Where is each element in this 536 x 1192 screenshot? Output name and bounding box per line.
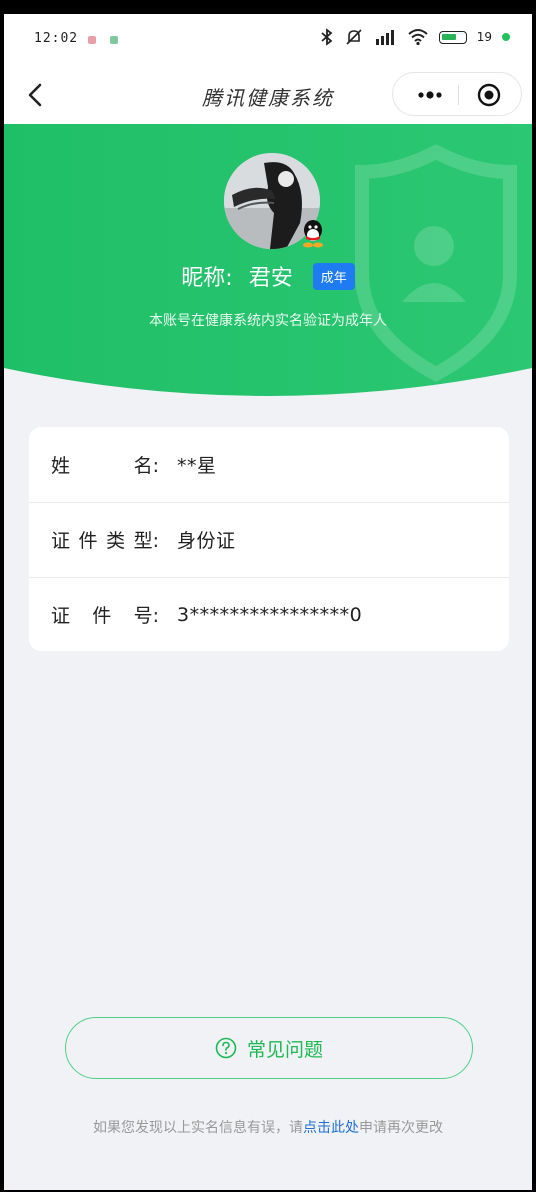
id-number-row: 证件号: 3****************0: [29, 577, 509, 651]
mini-program-capsule: [392, 72, 522, 116]
name-label: 姓名:: [51, 454, 159, 477]
id-type-value: 身份证: [177, 530, 236, 552]
wifi-icon: [408, 29, 428, 46]
capsule-divider: [458, 85, 459, 105]
nickname-label: 昵称:: [181, 266, 233, 291]
question-circle-icon: [215, 1037, 237, 1059]
id-number-label: 证件号:: [51, 605, 159, 627]
identity-card: 姓名: **星 证件类型: 身份证 证件号: 3****************…: [29, 427, 509, 651]
id-type-label: 证件类型:: [51, 530, 159, 552]
adult-badge: 成年: [312, 262, 355, 290]
click-here-link[interactable]: 点击此处: [303, 1120, 359, 1136]
app-notification-icon: [110, 36, 118, 44]
nav-bar: 腾讯健康系统: [4, 66, 532, 124]
footer-suffix: 申请再次更改: [359, 1120, 443, 1136]
verify-text: 本账号在健康系统内实名验证为成年人: [149, 313, 387, 329]
name-row: 姓名: **星: [29, 427, 509, 501]
profile-header: 昵称: 君安 成年 本账号在健康系统内实名验证为成年人: [4, 124, 532, 399]
recording-dot: [502, 33, 510, 41]
footer-note: 如果您发现以上实名信息有误，请点击此处申请再次更改: [4, 1117, 532, 1137]
nickname-value: 君安: [248, 266, 293, 291]
mute-icon: [346, 29, 362, 45]
footer-prefix: 如果您发现以上实名信息有误，请: [93, 1120, 303, 1136]
status-icons: 19: [319, 28, 510, 46]
battery-icon: [438, 30, 467, 44]
notification-icon: [88, 36, 96, 44]
id-type-row: 证件类型: 身份证: [29, 502, 509, 576]
more-icon[interactable]: [407, 82, 453, 108]
name-value: **星: [177, 454, 217, 477]
id-number-value: 3****************0: [177, 603, 363, 626]
status-bar: 12:02 19: [4, 14, 532, 66]
faq-label: 常见问题: [246, 1038, 323, 1061]
signal-icon: [375, 30, 394, 45]
qq-icon: [303, 220, 323, 248]
close-target-icon[interactable]: [475, 82, 503, 108]
bluetooth-icon: [321, 28, 333, 46]
status-time: 12:02: [34, 31, 79, 46]
battery-percent: 19: [476, 30, 492, 44]
nickname-row: 昵称: 君安 成年: [4, 260, 532, 292]
phone-screen: 12:02 19 腾讯健康系统 昵称: 君安 成年 本账号在健康系统内实名验证为…: [4, 14, 532, 1190]
faq-button[interactable]: 常见问题: [65, 1017, 473, 1079]
